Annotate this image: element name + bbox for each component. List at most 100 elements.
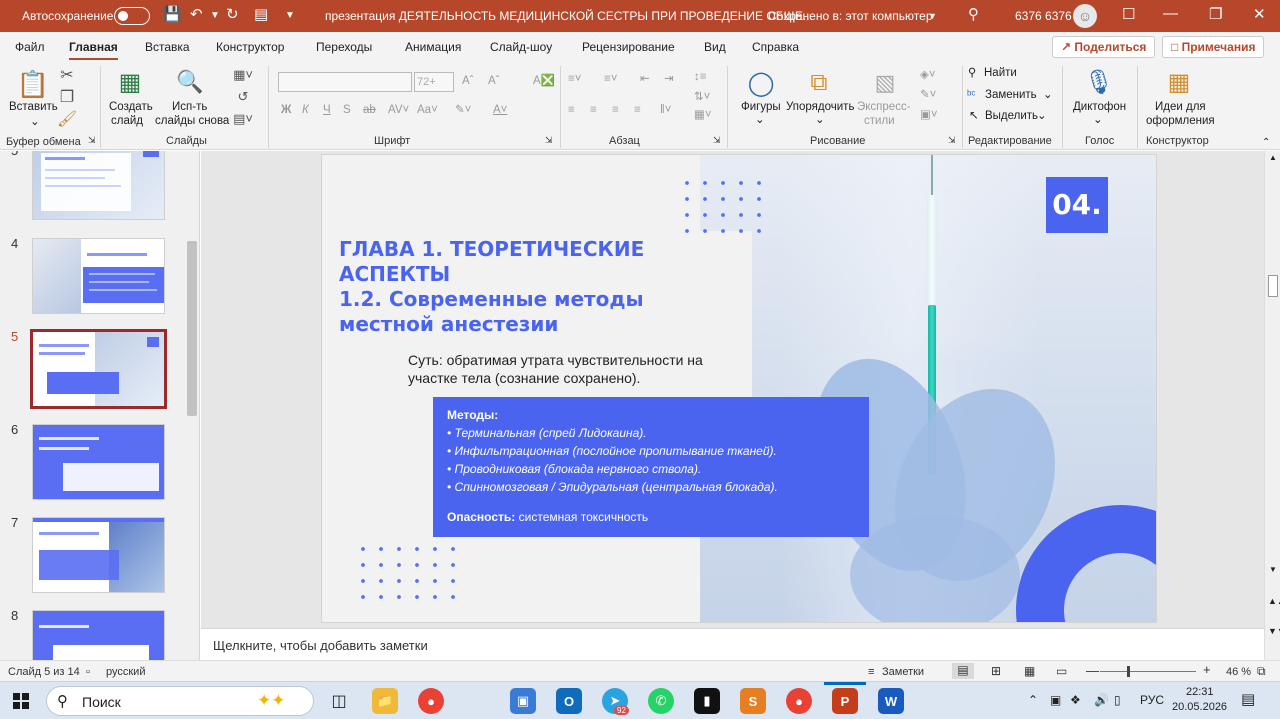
select-button[interactable]: Выделить — [985, 109, 1038, 123]
minimize-icon[interactable]: — — [1163, 5, 1178, 22]
reuse-label-2[interactable]: слайды снова — [155, 114, 229, 128]
shape-outline-icon[interactable]: ✎˅ — [920, 88, 936, 102]
align-right-icon[interactable]: ≡ — [612, 103, 619, 117]
save-status[interactable]: Сохранено в: этот компьютер — [768, 9, 933, 23]
remote-desktop-icon[interactable]: ▣ — [510, 688, 536, 714]
bold-icon[interactable]: Ж — [281, 103, 291, 117]
cut-icon[interactable]: ✂ — [58, 66, 76, 84]
section-icon[interactable]: ▤˅ — [231, 110, 255, 128]
slide-thumbnail-8[interactable] — [33, 611, 164, 660]
tab-review[interactable]: Рецензирование — [582, 40, 675, 54]
close-icon[interactable]: ✕ — [1253, 5, 1266, 23]
clock-date[interactable]: 20.05.2026 — [1172, 701, 1227, 713]
zoom-slider[interactable] — [1100, 671, 1196, 672]
tab-design[interactable]: Конструктор — [216, 40, 284, 54]
drawing-launcher-icon[interactable]: ⇲ — [948, 135, 956, 146]
network-icon[interactable]: ▣ — [1050, 693, 1061, 707]
text-direction-icon[interactable]: ⇅˅ — [694, 90, 710, 104]
tab-transitions[interactable]: Переходы — [316, 40, 372, 54]
search-icon[interactable]: ⚲ — [968, 5, 979, 23]
clipboard-launcher-icon[interactable]: ⇲ — [88, 135, 96, 146]
reading-view-icon[interactable]: ▦ — [1024, 664, 1035, 678]
word-icon[interactable]: W — [878, 688, 904, 714]
shape-fill-icon[interactable]: ◈˅ — [920, 68, 936, 82]
clock-time[interactable]: 22:31 — [1186, 686, 1214, 698]
arrange-dropdown-icon[interactable]: ⌄ — [815, 113, 825, 127]
grow-font-icon[interactable]: Aˆ — [462, 74, 474, 88]
layout-icon[interactable]: ▦˅ — [231, 66, 255, 84]
slide-thumbnail-6[interactable] — [33, 425, 164, 499]
shrink-font-icon[interactable]: Aˇ — [488, 74, 500, 88]
numbering-icon[interactable]: ≡˅ — [604, 72, 617, 86]
comments-button[interactable]: □ Примечания — [1162, 36, 1265, 58]
reuse-label-1[interactable]: Исп-ть — [172, 100, 207, 114]
collapse-ribbon-icon[interactable]: ⌃ — [1262, 136, 1270, 150]
save-status-dropdown-icon[interactable]: ▼ — [928, 11, 937, 21]
slide-canvas[interactable]: 04. ГЛАВА 1. ТЕОРЕТИЧЕСКИЕ АСПЕКТЫ 1.2. … — [321, 154, 1157, 623]
maximize-icon[interactable]: ❐ — [1209, 5, 1222, 23]
outlook-icon[interactable]: O — [556, 688, 582, 714]
shapes-button[interactable]: Фигуры — [741, 100, 781, 114]
file-explorer-icon[interactable]: 📁 — [372, 688, 398, 714]
spacing-icon[interactable]: AV˅ — [388, 103, 409, 117]
notes-placeholder[interactable]: Щелкните, чтобы добавить заметки — [213, 638, 428, 653]
keyboard-language[interactable]: РУС — [1140, 693, 1164, 707]
language-status[interactable]: русский — [106, 666, 145, 678]
arrange-icon[interactable]: ⧉ — [804, 68, 834, 98]
undo-dropdown-icon[interactable]: ▼ — [210, 10, 220, 21]
present-icon[interactable]: ▤ — [254, 5, 268, 23]
strikethrough-icon[interactable]: ab — [363, 103, 376, 117]
zoom-in-icon[interactable]: + — [1203, 662, 1211, 677]
justify-icon[interactable]: ≡ — [634, 103, 641, 117]
shapes-dropdown-icon[interactable]: ⌄ — [755, 113, 765, 127]
scroll-down-icon[interactable]: ▼ — [1269, 565, 1277, 574]
shadow-icon[interactable]: S — [343, 103, 351, 117]
slide-thumbnail-4[interactable] — [33, 239, 164, 313]
font-color-icon[interactable]: A˅ — [493, 103, 507, 117]
essence-text[interactable]: Суть: обратимая утрата чувствительности … — [408, 351, 708, 387]
replace-icon[interactable]: ᵇᶜ — [967, 88, 975, 102]
save-icon[interactable]: 💾 — [163, 5, 182, 23]
whatsapp-icon[interactable]: ✆ — [648, 688, 674, 714]
ribbon-options-icon[interactable]: ☐ — [1122, 5, 1135, 23]
slide-title[interactable]: ГЛАВА 1. ТЕОРЕТИЧЕСКИЕ АСПЕКТЫ 1.2. Совр… — [339, 237, 669, 337]
shapes-icon[interactable]: ◯ — [746, 68, 776, 98]
volume-icon[interactable]: 🔊 — [1094, 693, 1109, 707]
designer-label-1[interactable]: Идеи для — [1155, 100, 1206, 114]
paste-button[interactable]: Вставить — [9, 100, 58, 114]
clear-format-icon[interactable]: A❎ — [533, 74, 555, 88]
powerpoint-icon[interactable]: P — [832, 688, 858, 714]
zoom-slider-thumb[interactable] — [1127, 666, 1130, 677]
redo-icon[interactable]: ↻ — [226, 5, 239, 23]
columns-icon[interactable]: ‖˅ — [660, 103, 671, 117]
tab-help[interactable]: Справка — [752, 40, 799, 54]
tab-view[interactable]: Вид — [704, 40, 726, 54]
dictate-button[interactable]: Диктофон — [1073, 100, 1126, 114]
start-button[interactable] — [13, 693, 29, 709]
thumbnails-scrollbar[interactable] — [185, 151, 199, 660]
replace-dropdown-icon[interactable]: ⌄ — [1043, 88, 1053, 102]
reset-icon[interactable]: ↺ — [231, 88, 255, 106]
sublime-icon[interactable]: S — [740, 688, 766, 714]
wifi-icon[interactable]: ❖ — [1070, 693, 1081, 707]
scroll-thumb[interactable] — [187, 241, 197, 416]
user-name[interactable]: 6376 6376 — [1015, 9, 1072, 23]
select-dropdown-icon[interactable]: ⌄ — [1037, 109, 1047, 123]
format-painter-icon[interactable]: 🖌 — [57, 110, 77, 128]
font-size-field[interactable]: 72+ — [414, 72, 454, 92]
bullets-icon[interactable]: ≡˅ — [568, 72, 581, 86]
paste-dropdown-icon[interactable]: ⌄ — [30, 115, 40, 129]
undo-icon[interactable]: ↶ — [190, 5, 203, 23]
next-slide-icon[interactable]: ▼▼ — [1268, 626, 1280, 636]
normal-view-icon[interactable]: ▤ — [952, 663, 974, 679]
task-view-icon[interactable]: ◫ — [326, 688, 352, 714]
slide-thumbnail-7[interactable] — [33, 518, 164, 592]
copy-icon[interactable]: ❐ — [58, 88, 76, 106]
editor-scrollbar[interactable]: ▲ ▼ ▲▲ ▼▼ — [1264, 151, 1280, 660]
zoom-level[interactable]: 46 % — [1226, 666, 1251, 678]
align-center-icon[interactable]: ≡ — [590, 103, 597, 117]
tab-home[interactable]: Главная — [69, 40, 118, 61]
align-text-icon[interactable]: ▦˅ — [694, 108, 712, 122]
document-title[interactable]: презентация ДЕЯТЕЛЬНОСТЬ МЕДИЦИНСКОЙ СЕС… — [325, 9, 813, 23]
taskbar-search[interactable]: ⚲ Поиск ✦✦ — [46, 686, 314, 716]
